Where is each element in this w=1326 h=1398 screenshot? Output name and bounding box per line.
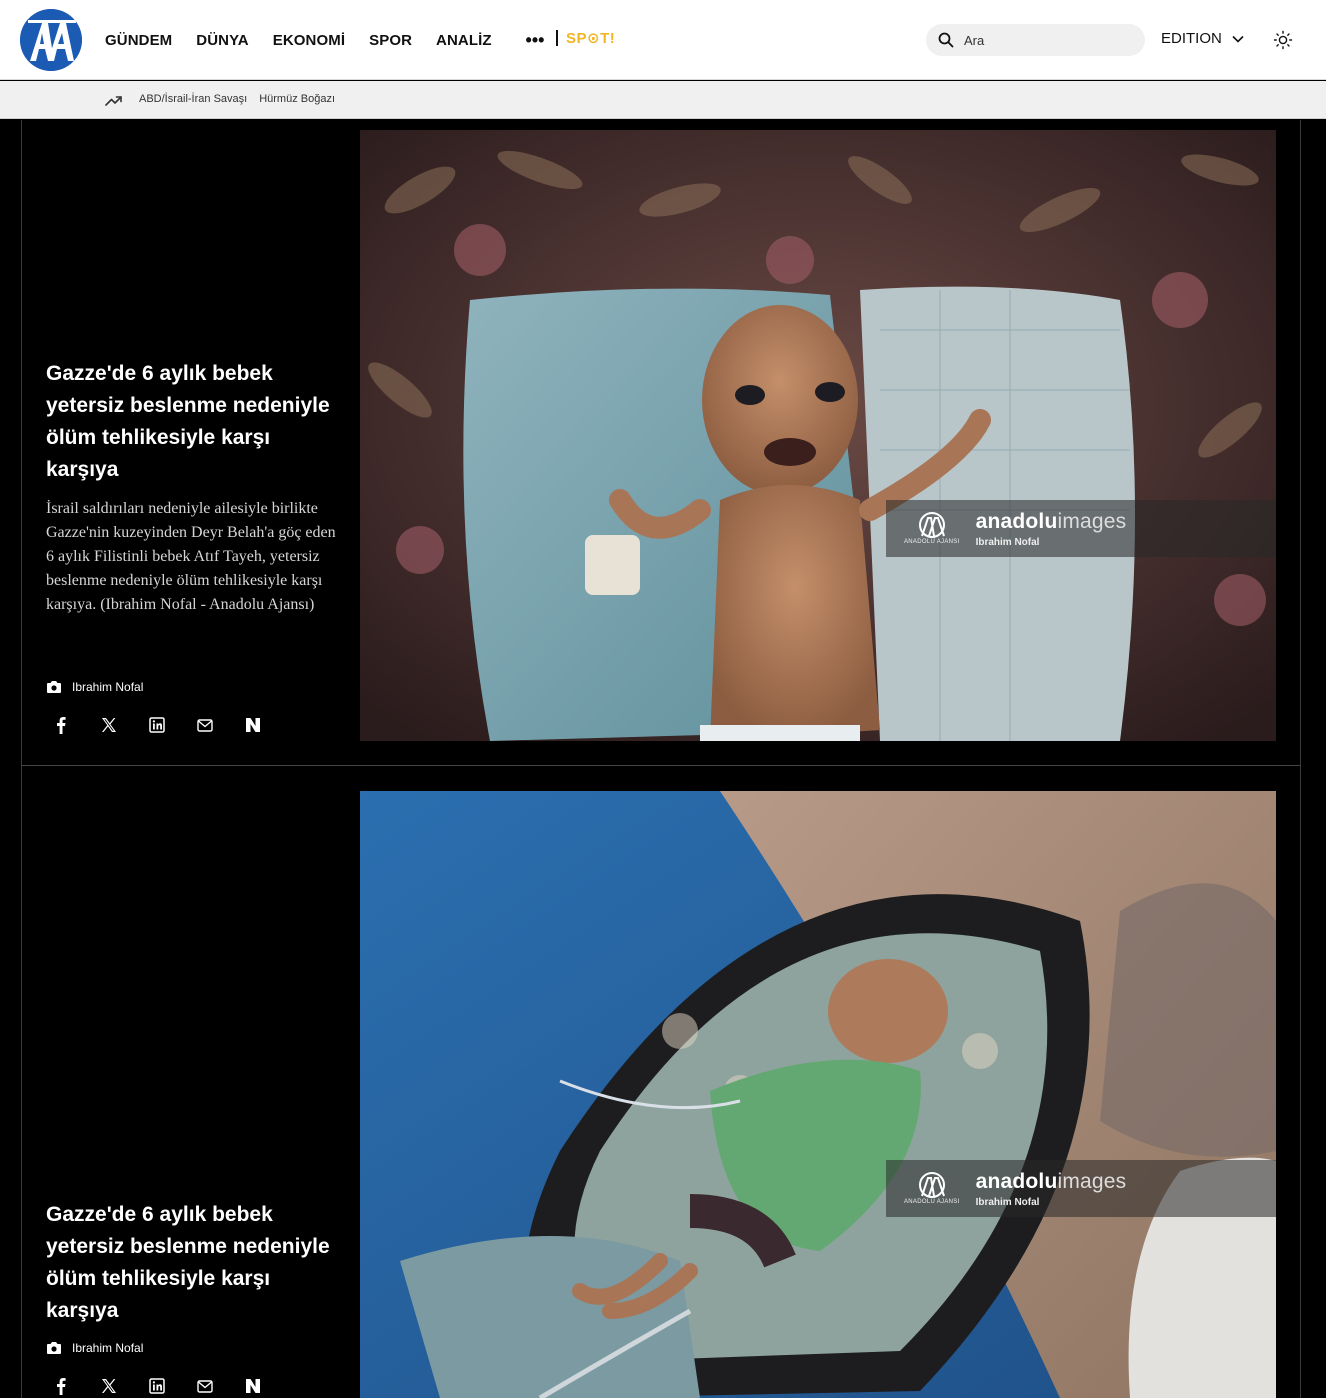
main-nav: GÜNDEM DÜNYA EKONOMİ SPOR ANALİZ — [105, 0, 492, 80]
watermark-photographer: Ibrahim Nofal — [975, 1196, 1040, 1208]
photo-watermark: ANADOLU AJANSI anadoluimages Ibrahim Nof… — [886, 500, 1276, 557]
share-buttons — [52, 716, 262, 734]
mail-icon[interactable] — [196, 716, 214, 734]
photo-watermark: ANADOLU AJANSI anadoluimages Ibrahim Nof… — [886, 1160, 1276, 1217]
facebook-icon[interactable] — [52, 1377, 70, 1395]
aa-logo[interactable] — [20, 9, 82, 71]
nav-ekonomi[interactable]: EKONOMİ — [273, 32, 345, 49]
linkedin-icon[interactable] — [148, 1377, 166, 1395]
mail-icon[interactable] — [196, 1377, 214, 1395]
watermark-text: anadoluimages Ibrahim Nofal — [976, 1170, 1127, 1208]
nav-dunya[interactable]: DÜNYA — [196, 32, 248, 49]
gallery-item-description: İsrail saldırıları nedeniyle ailesiyle b… — [46, 500, 336, 613]
aa-logo-small-icon — [918, 1172, 945, 1198]
aa-logo-small-icon — [918, 512, 945, 538]
edition-dropdown[interactable]: EDITION — [1161, 30, 1244, 47]
gallery-item-title: Gazze'de 6 aylık bebek yetersiz beslenme… — [46, 362, 330, 481]
watermark-text: anadoluimages Ibrahim Nofal — [976, 510, 1127, 548]
spot-label: SP⊙T! — [566, 30, 616, 47]
gallery-divider — [21, 765, 1301, 766]
photographer-name: Ibrahim Nofal — [72, 680, 144, 694]
trending-up-icon — [105, 96, 122, 106]
watermark-agency: ANADOLU AJANSI — [904, 1199, 960, 1205]
gallery-item-title: Gazze'de 6 aylık bebek yetersiz beslenme… — [46, 1203, 330, 1322]
nav-spor[interactable]: SPOR — [369, 32, 412, 49]
gallery-photo[interactable]: ANADOLU AJANSI anadoluimages Ibrahim Nof… — [360, 130, 1276, 741]
watermark-brand-light: images — [1057, 509, 1127, 533]
gallery-photo[interactable]: ANADOLU AJANSI anadoluimages Ibrahim Nof… — [360, 791, 1276, 1398]
watermark-brand-bold: anadolu — [975, 509, 1058, 533]
more-menu-icon[interactable]: ••• — [525, 28, 545, 52]
trending-links: ABD/İsrail-İran Savaşı Hürmüz Boğazı — [139, 93, 335, 105]
photo-credit: Ibrahim Nofal — [46, 680, 143, 694]
search-input[interactable] — [964, 32, 1124, 48]
watermark-photographer: Ibrahim Nofal — [975, 536, 1040, 548]
nsosyal-icon[interactable] — [244, 716, 262, 734]
trending-bar: ABD/İsrail-İran Savaşı Hürmüz Boğazı — [0, 81, 1326, 119]
theme-toggle-sun-icon[interactable] — [1273, 30, 1293, 50]
spot-link[interactable]: SP⊙T! — [556, 29, 615, 47]
trending-link[interactable]: Hürmüz Boğazı — [259, 93, 335, 105]
nav-analiz[interactable]: ANALİZ — [436, 32, 492, 49]
watermark-brand: anadoluimages — [976, 510, 1127, 534]
search-box[interactable] — [926, 24, 1145, 56]
linkedin-icon[interactable] — [148, 716, 166, 734]
camera-icon — [47, 1342, 61, 1354]
share-buttons — [52, 1377, 262, 1395]
nav-gundem[interactable]: GÜNDEM — [105, 32, 172, 49]
watermark-logo: ANADOLU AJANSI — [904, 512, 960, 545]
edition-label: EDITION — [1161, 30, 1222, 47]
facebook-icon[interactable] — [52, 716, 70, 734]
watermark-agency: ANADOLU AJANSI — [904, 539, 960, 545]
search-icon[interactable] — [938, 32, 954, 48]
trending-link[interactable]: ABD/İsrail-İran Savaşı — [139, 93, 247, 105]
site-header: GÜNDEM DÜNYA EKONOMİ SPOR ANALİZ ••• SP⊙… — [0, 0, 1326, 80]
spot-divider — [556, 30, 558, 46]
watermark-brand: anadoluimages — [976, 1170, 1127, 1194]
baby-in-car-seat-photo — [360, 791, 1276, 1398]
aa-logo-icon — [20, 9, 82, 71]
camera-icon — [47, 681, 61, 693]
x-icon[interactable] — [100, 716, 118, 734]
watermark-brand-light: images — [1057, 1169, 1127, 1193]
watermark-logo: ANADOLU AJANSI — [904, 1172, 960, 1205]
watermark-brand-bold: anadolu — [975, 1169, 1058, 1193]
baby-on-pillow-photo — [360, 130, 1276, 741]
nsosyal-icon[interactable] — [244, 1377, 262, 1395]
x-icon[interactable] — [100, 1377, 118, 1395]
photographer-name: Ibrahim Nofal — [72, 1341, 144, 1355]
photo-credit: Ibrahim Nofal — [46, 1341, 143, 1355]
chevron-down-icon — [1232, 35, 1244, 43]
